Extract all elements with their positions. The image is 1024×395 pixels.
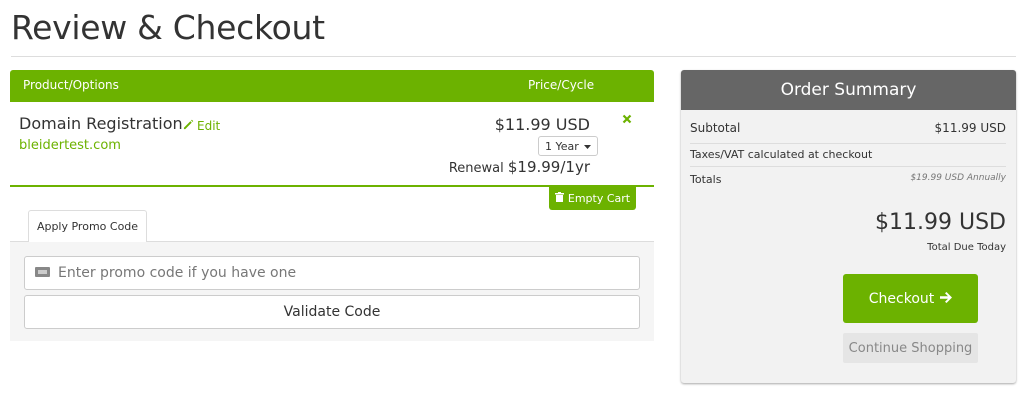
promo-panel: Enter promo code if you have one Validat…	[10, 241, 654, 341]
billing-cycle-select[interactable]: 1 Year	[538, 136, 598, 156]
renewal-label: Renewal	[448, 161, 504, 176]
cart-item: Domain Registration Edit bleidertest.com…	[10, 102, 654, 187]
empty-cart-button[interactable]: Empty Cart	[549, 187, 636, 210]
arrow-right-icon	[940, 291, 953, 307]
price-cycle-header: Price/Cycle	[528, 78, 595, 92]
summary-divider	[690, 166, 1006, 167]
ticket-icon	[35, 265, 50, 281]
renewal-value: $19.99/1yr	[507, 158, 590, 176]
checkout-label: Checkout	[868, 290, 935, 307]
billing-cycle-value: 1 Year	[545, 139, 579, 153]
item-price: $11.99 USD	[494, 115, 590, 134]
taxes-row: Taxes/VAT calculated at checkout	[690, 148, 1006, 161]
summary-divider	[690, 143, 1006, 144]
continue-shopping-button[interactable]: Continue Shopping	[843, 333, 978, 363]
promo-section: Apply Promo Code Enter promo code if you…	[10, 210, 654, 341]
promo-code-placeholder: Enter promo code if you have one	[58, 265, 297, 281]
cart-panel: Product/Options Price/Cycle Domain Regis…	[10, 70, 654, 341]
order-summary-title: Order Summary	[681, 70, 1016, 110]
checkout-button[interactable]: Checkout	[843, 274, 978, 323]
title-divider	[11, 56, 1016, 57]
validate-code-button[interactable]: Validate Code	[24, 295, 640, 329]
remove-item-close-icon[interactable]	[622, 113, 632, 128]
cart-header: Product/Options Price/Cycle	[10, 70, 654, 102]
edit-link[interactable]: Edit	[183, 119, 220, 133]
totals-label: Totals	[690, 173, 722, 186]
edit-label: Edit	[197, 119, 221, 133]
subtotal-label: Subtotal	[690, 121, 741, 135]
taxes-label: Taxes/VAT calculated at checkout	[690, 148, 873, 161]
subtotal-value: $11.99 USD	[934, 121, 1006, 135]
empty-cart-label: Empty Cart	[567, 192, 631, 205]
order-summary-panel: Order Summary Subtotal $11.99 USD Taxes/…	[681, 70, 1016, 383]
item-name: Domain Registration	[19, 114, 183, 133]
domain-link[interactable]: bleidertest.com	[19, 138, 121, 153]
caret-down-icon	[583, 140, 591, 153]
totals-value: $19.99 USD Annually	[910, 173, 1006, 183]
page-title: Review & Checkout	[11, 8, 325, 47]
renewal-info: Renewal $19.99/1yr	[449, 158, 590, 176]
subtotal-row: Subtotal $11.99 USD	[690, 121, 1006, 135]
total-amount: $11.99 USD	[875, 210, 1006, 235]
product-options-header: Product/Options	[23, 78, 119, 92]
promo-code-input[interactable]: Enter promo code if you have one	[24, 256, 640, 290]
tab-apply-promo-code[interactable]: Apply Promo Code	[28, 210, 147, 242]
total-due-label: Total Due Today	[927, 242, 1006, 253]
pencil-icon	[183, 119, 194, 133]
trash-icon	[554, 192, 564, 205]
totals-row: Totals $19.99 USD Annually	[690, 173, 1006, 186]
